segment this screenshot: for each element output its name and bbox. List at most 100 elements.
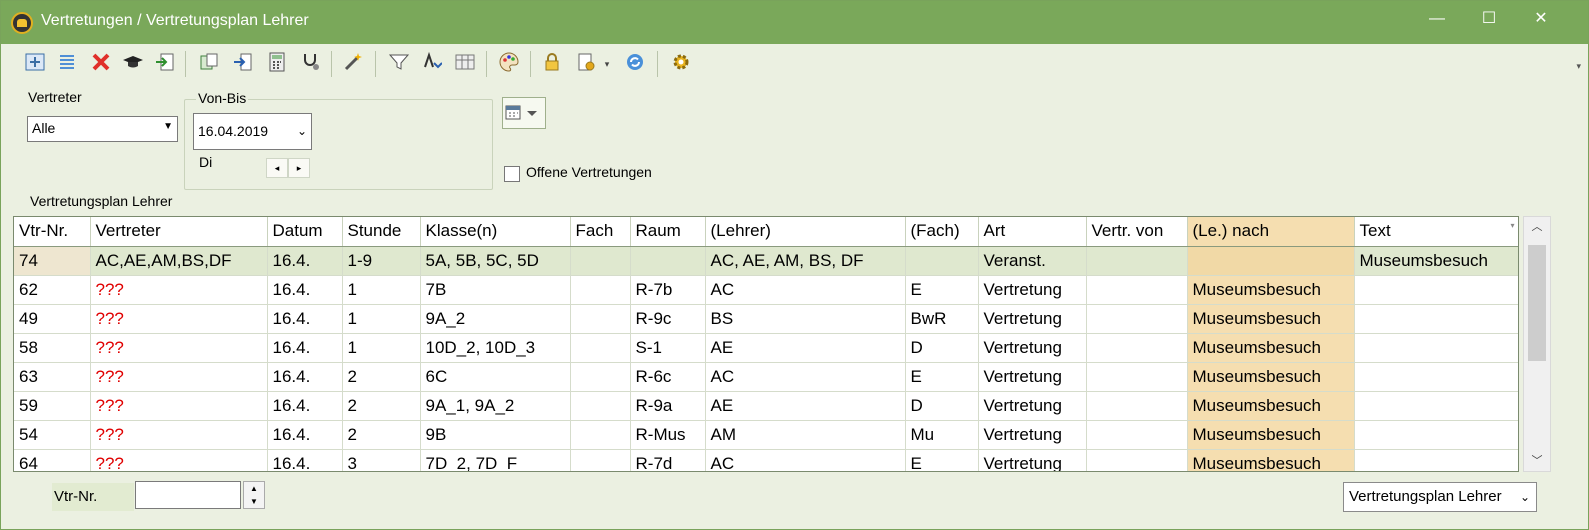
close-button[interactable]: ✕ [1515, 1, 1567, 37]
sort-icon[interactable] [418, 51, 444, 77]
table-cell[interactable]: D [905, 333, 979, 363]
table-cell[interactable] [1086, 420, 1188, 450]
column-header[interactable]: Text ▾ [1354, 217, 1518, 247]
sort-indicator-icon[interactable]: ▾ [1510, 221, 1514, 230]
export-icon[interactable] [152, 51, 178, 77]
table-cell[interactable] [1354, 275, 1518, 305]
stepper-down-icon[interactable]: ▼ [244, 495, 264, 508]
table-cell[interactable] [1187, 246, 1355, 276]
table-cell[interactable]: 58 [14, 333, 91, 363]
table-cell[interactable] [1354, 304, 1518, 334]
table-cell[interactable] [905, 246, 979, 276]
column-header[interactable]: Raum [630, 217, 706, 247]
table-cell[interactable]: ??? [90, 420, 268, 450]
table-cell[interactable]: R-7b [630, 275, 706, 305]
refresh-icon[interactable] [622, 51, 648, 77]
table-cell[interactable]: 64 [14, 449, 91, 471]
table-cell[interactable]: Vertretung [978, 275, 1087, 305]
table-cell[interactable] [1086, 362, 1188, 392]
vertical-scrollbar[interactable]: ︿ ﹀ [1523, 216, 1551, 472]
table-cell[interactable]: 5A, 5B, 5C, 5D [420, 246, 571, 276]
table-cell[interactable]: E [905, 275, 979, 305]
column-header[interactable]: Klasse(n) [420, 217, 571, 247]
table-cell[interactable]: 62 [14, 275, 91, 305]
table-cell[interactable] [1354, 420, 1518, 450]
toolbar-overflow-icon[interactable]: ▾ [1576, 61, 1581, 72]
scrollbar-thumb[interactable] [1528, 245, 1546, 361]
table-cell[interactable] [1354, 362, 1518, 392]
column-header[interactable]: (Le.) nach [1187, 217, 1355, 247]
table-cell[interactable]: 16.4. [267, 246, 343, 276]
lock-icon[interactable] [539, 51, 565, 77]
table-cell[interactable] [570, 420, 631, 450]
table-cell[interactable] [570, 333, 631, 363]
table-cell[interactable]: Veranst. [978, 246, 1087, 276]
view-select[interactable]: Vertretungsplan Lehrer ⌄ [1343, 482, 1537, 512]
table-cell[interactable]: Vertretung [978, 333, 1087, 363]
next-day-button[interactable]: ▸ [288, 158, 310, 178]
table-cell[interactable]: R-9c [630, 304, 706, 334]
calendar-dropdown-button[interactable] [502, 97, 546, 129]
table-cell[interactable]: AC, AE, AM, BS, DF [705, 246, 906, 276]
table-row[interactable]: 63??? 16.4. 2 6C R-6c AC E Vertretung Museumsbes… [14, 362, 1518, 392]
table-cell[interactable]: 16.4. [267, 304, 343, 334]
list-icon[interactable] [54, 51, 80, 77]
table-cell[interactable]: ??? [90, 362, 268, 392]
table-cell[interactable]: Vertretung [978, 420, 1087, 450]
table-cell[interactable]: 3 [342, 449, 421, 471]
table-cell[interactable]: BS [705, 304, 906, 334]
table-cell[interactable]: 59 [14, 391, 91, 421]
previous-day-button[interactable]: ◂ [266, 158, 288, 178]
column-header[interactable]: (Lehrer) [705, 217, 906, 247]
table-cell[interactable] [1086, 333, 1188, 363]
column-header[interactable]: Datum [267, 217, 343, 247]
vtr-nr-search-input[interactable] [135, 481, 241, 509]
table-cell[interactable] [1086, 246, 1188, 276]
table-cell[interactable]: R-9a [630, 391, 706, 421]
column-header[interactable]: Vtr-Nr. [14, 217, 91, 247]
table-cell[interactable]: AC [705, 449, 906, 471]
stepper-up-icon[interactable]: ▲ [244, 482, 264, 495]
table-cell[interactable]: E [905, 449, 979, 471]
columns-icon[interactable] [452, 51, 478, 77]
table-cell[interactable]: Vertretung [978, 362, 1087, 392]
table-cell[interactable]: 16.4. [267, 275, 343, 305]
column-header[interactable]: Vertr. von [1086, 217, 1188, 247]
table-row[interactable]: 62??? 16.4. 1 7B R-7b AC E Vertretung Museumsbes… [14, 275, 1518, 305]
dropdown-arrow-icon[interactable]: ▾ [600, 51, 614, 77]
table-cell[interactable]: 63 [14, 362, 91, 392]
minimize-button[interactable]: — [1411, 1, 1463, 37]
table-cell[interactable]: 16.4. [267, 391, 343, 421]
table-row[interactable]: 49??? 16.4. 1 9A_2 R-9c BS BwR Vertretung Museum… [14, 304, 1518, 334]
table-cell[interactable]: AC [705, 275, 906, 305]
table-cell[interactable] [570, 304, 631, 334]
document-swap-icon[interactable] [196, 51, 222, 77]
table-cell[interactable]: D [905, 391, 979, 421]
stethoscope-icon[interactable] [298, 51, 324, 77]
table-cell[interactable]: 10D_2, 10D_3 [420, 333, 571, 363]
table-cell[interactable]: Museumsbesuch [1187, 362, 1355, 392]
vtr-nr-stepper[interactable]: ▲ ▼ [243, 481, 265, 509]
table-cell[interactable] [570, 449, 631, 471]
table-cell[interactable]: AE [705, 391, 906, 421]
table-cell[interactable] [1086, 391, 1188, 421]
table-cell[interactable] [570, 246, 631, 276]
table-cell[interactable]: Vertretung [978, 449, 1087, 471]
table-cell[interactable]: E [905, 362, 979, 392]
table-row[interactable]: 58??? 16.4. 1 10D_2, 10D_3 S-1 AE D Vertretung M… [14, 333, 1518, 363]
table-cell[interactable]: 9A_2 [420, 304, 571, 334]
table-cell[interactable] [1354, 391, 1518, 421]
table-cell[interactable]: 1 [342, 304, 421, 334]
table-cell[interactable]: 49 [14, 304, 91, 334]
table-cell[interactable]: 1 [342, 333, 421, 363]
table-cell[interactable]: AE [705, 333, 906, 363]
table-cell[interactable] [570, 362, 631, 392]
table-cell[interactable]: BwR [905, 304, 979, 334]
table-cell[interactable]: Museumsbesuch [1187, 449, 1355, 471]
palette-icon[interactable] [496, 51, 522, 77]
table-cell[interactable]: 16.4. [267, 333, 343, 363]
table-cell[interactable]: Museumsbesuch [1187, 304, 1355, 334]
calculator-icon[interactable] [264, 51, 290, 77]
table-cell[interactable]: 6C [420, 362, 571, 392]
scroll-down-icon[interactable]: ﹀ [1524, 451, 1550, 471]
